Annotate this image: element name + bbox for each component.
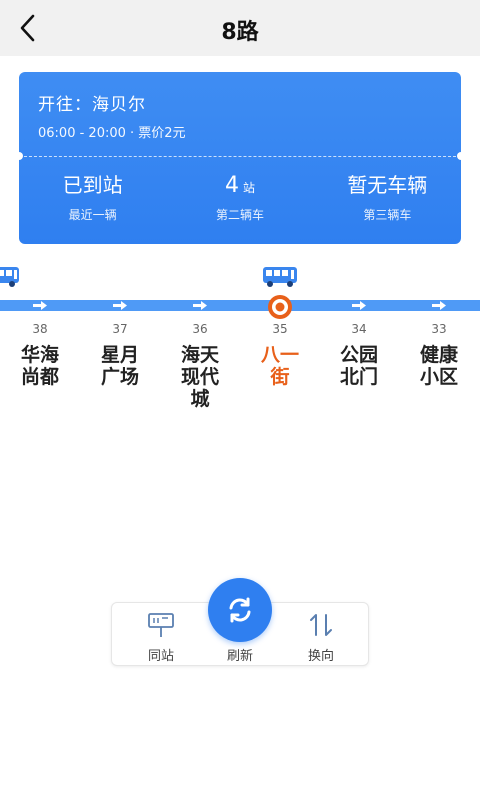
vehicle-label: 第三辆车 — [363, 208, 412, 222]
station-number: 38 — [32, 322, 48, 336]
direction-arrow-icon — [193, 301, 207, 310]
card-notch-left — [15, 152, 23, 160]
same-station-button[interactable]: 同站 — [126, 611, 196, 664]
destination-text: 开往：海贝尔 — [38, 95, 146, 115]
reverse-direction-button[interactable]: 换向 — [286, 611, 356, 664]
current-station-name[interactable]: 八一街 — [260, 344, 300, 388]
bus-icon[interactable] — [262, 266, 298, 288]
bus-stop-sign-icon — [148, 613, 174, 637]
vehicle-status: 暂无车辆 — [347, 173, 428, 197]
route-info-card: 开往：海贝尔 06:00 - 20:00 · 票价2元 已到站 最近一辆 4站 … — [15, 72, 465, 244]
service-hours-fare: 06:00 - 20:00 · 票价2元 — [38, 126, 186, 141]
route-track — [0, 300, 480, 311]
vehicle-third[interactable]: 暂无车辆 第三辆车 — [314, 170, 461, 223]
page-title: 8路 — [221, 20, 259, 45]
current-station-number: 35 — [272, 322, 288, 336]
same-station-label: 同站 — [147, 649, 174, 664]
station-number: 34 — [351, 322, 367, 336]
vehicle-status-row: 已到站 最近一辆 4站 第二辆车 暂无车辆 第三辆车 — [19, 170, 461, 223]
refresh-icon — [229, 597, 251, 623]
card-notch-right — [457, 152, 465, 160]
station-name[interactable]: 星月广场 — [100, 344, 140, 388]
vehicle-status: 已到站 — [62, 173, 123, 197]
location-pin-icon — [268, 295, 292, 319]
bus-icon[interactable] — [0, 266, 20, 288]
direction-arrow-icon — [432, 301, 446, 310]
station-name[interactable]: 健康小区 — [419, 344, 459, 388]
station-name[interactable]: 华海尚都 — [20, 344, 60, 388]
refresh-label: 刷新 — [226, 649, 253, 664]
vehicle-label: 第二辆车 — [215, 208, 264, 222]
top-bar: 8路 — [0, 0, 480, 56]
direction-arrow-icon — [113, 301, 127, 310]
bus-route-screen: 8路 开往：海贝尔 06:00 - 20:00 · 票价2元 已到站 最近一辆 … — [0, 0, 480, 800]
station-name[interactable]: 公园北门 — [339, 344, 379, 388]
swap-arrows-icon — [310, 614, 332, 636]
vehicle-status: 4站 — [166, 170, 313, 200]
route-map: 38 华海尚都 37 星月广场 36 海天现代城 35 八一街 34 公园北门 … — [0, 262, 480, 482]
refresh-button[interactable] — [208, 578, 272, 642]
direction-arrow-icon — [33, 301, 47, 310]
direction-arrow-icon — [352, 301, 366, 310]
stops-away-number: 4 — [224, 173, 239, 198]
reverse-label: 换向 — [307, 649, 334, 664]
station-name[interactable]: 海天现代城 — [180, 344, 220, 410]
card-divider — [19, 156, 461, 157]
station-number: 37 — [112, 322, 128, 336]
stops-unit: 站 — [242, 181, 255, 195]
vehicle-label: 最近一辆 — [68, 208, 117, 222]
vehicle-first[interactable]: 已到站 最近一辆 — [19, 170, 166, 223]
vehicle-second[interactable]: 4站 第二辆车 — [166, 170, 313, 223]
station-number: 33 — [431, 322, 447, 336]
station-number: 36 — [192, 322, 208, 336]
